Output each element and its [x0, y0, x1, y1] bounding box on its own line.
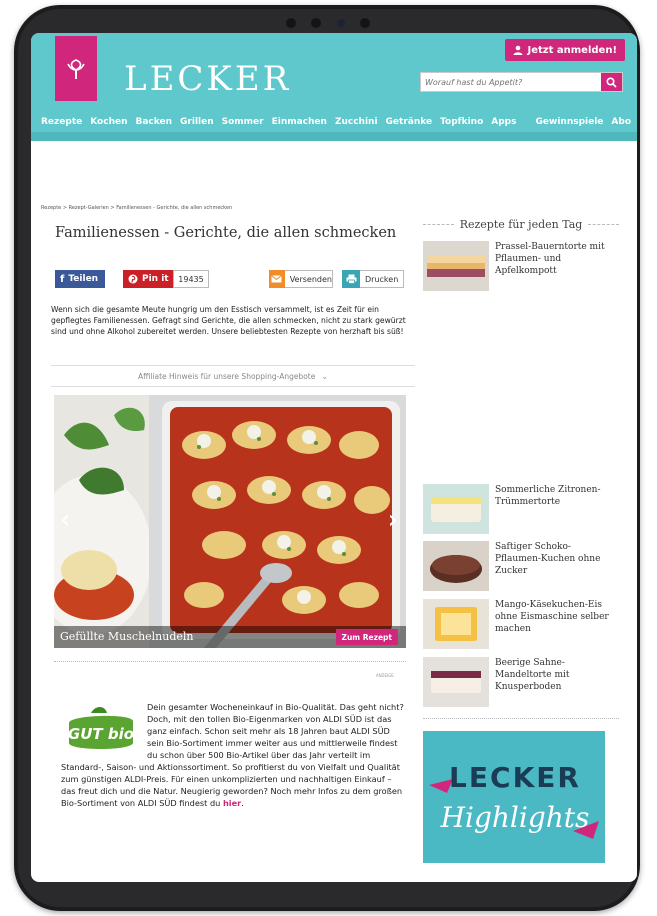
- search-icon: [606, 76, 617, 88]
- login-label: Jetzt anmelden!: [527, 44, 617, 56]
- logo-icon[interactable]: [55, 36, 97, 101]
- svg-text:Highlights: Highlights: [440, 801, 590, 834]
- recipe-title: Saftiger Schoko-Pflaumen-Kuchen ohne Zuc…: [495, 542, 601, 576]
- facebook-share-button[interactable]: f Teilen: [55, 270, 105, 288]
- nav-item-rezepte[interactable]: Rezepte: [31, 117, 86, 127]
- sidebar-recipe-item[interactable]: Beerige Sahne-Mandeltorte mit Knusperbod…: [423, 657, 619, 707]
- gallery-caption-bar: Gefüllte Muschelnudeln Zum Rezept: [54, 626, 406, 648]
- recipe-thumbnail: [423, 241, 489, 291]
- recipe-thumbnail: [423, 657, 489, 707]
- intro-text: Wenn sich die gesamte Meute hungrig um d…: [51, 305, 406, 336]
- nav-item-gewinnspiele[interactable]: Gewinnspiele: [532, 117, 608, 127]
- sensor-dot: [311, 18, 322, 28]
- recipe-title: Mango-Käsekuchen-Eis ohne Eismaschine se…: [495, 600, 609, 634]
- ad-label: ANZEIGE: [376, 673, 394, 678]
- lecker-highlights-banner[interactable]: LECKER Highlights: [423, 731, 605, 863]
- facebook-icon: f: [60, 273, 65, 285]
- recipe-title: Prassel-Bauerntorte mit Pflaumen- und Ap…: [495, 242, 605, 276]
- nav-item-apps[interactable]: Apps: [487, 117, 520, 127]
- login-button[interactable]: Jetzt anmelden!: [504, 39, 625, 61]
- camera-area: [286, 15, 370, 31]
- facebook-share-label: Teilen: [68, 274, 99, 284]
- print-label: Drucken: [365, 274, 399, 284]
- sidebar-recipe-item[interactable]: Sommerliche Zitronen-Trümmertorte: [423, 484, 619, 534]
- highlights-graphic: LECKER Highlights: [423, 731, 605, 863]
- pin-count: 19435: [173, 270, 209, 288]
- sub-nav-bar: [31, 132, 637, 141]
- printer-icon: [342, 270, 360, 288]
- mail-icon: [269, 270, 285, 288]
- recipe-title: Beerige Sahne-Mandeltorte mit Knusperbod…: [495, 658, 570, 692]
- share-bar: f Teilen Pin it 19435 Versenden Drucken: [55, 270, 415, 290]
- print-button[interactable]: Drucken: [342, 270, 404, 288]
- recipe-thumbnail: [423, 541, 489, 591]
- nav-item-backen[interactable]: Backen: [132, 117, 177, 127]
- affiliate-label: Affiliate Hinweis für unsere Shopping-An…: [137, 371, 316, 381]
- gallery-prev-arrow[interactable]: ‹: [60, 505, 70, 535]
- breadcrumb[interactable]: Rezepte > Rezept-Galerien > Familienesse…: [41, 205, 232, 211]
- site-header: LECKER Jetzt anmelden! Rezepte Kochen Ba…: [31, 33, 637, 141]
- logo-wordmark[interactable]: LECKER: [124, 59, 291, 99]
- nav-item-sommer[interactable]: Sommer: [218, 117, 268, 127]
- sensor-dot: [359, 18, 370, 28]
- nav-item-topfkino[interactable]: Topfkino: [436, 117, 487, 127]
- page-title: Familienessen - Gerichte, die allen schm…: [55, 225, 397, 241]
- sidebar-recipe-item[interactable]: Mango-Käsekuchen-Eis ohne Eismaschine se…: [423, 599, 619, 649]
- camera-lens-icon: [336, 19, 345, 27]
- pinterest-button[interactable]: Pin it: [123, 270, 173, 288]
- zum-rezept-button[interactable]: Zum Rezept: [335, 629, 398, 645]
- recipe-thumbnail: [423, 599, 489, 649]
- main-nav: Rezepte Kochen Backen Grillen Sommer Ein…: [31, 112, 637, 132]
- nav-item-abo[interactable]: Abo: [607, 117, 637, 127]
- svg-text:GUT bio: GUT bio: [68, 725, 134, 743]
- send-label: Versenden: [289, 274, 332, 284]
- screen: LECKER Jetzt anmelden! Rezepte Kochen Ba…: [31, 33, 637, 882]
- recipe-title: Sommerliche Zitronen-Trümmertorte: [495, 485, 601, 507]
- sidebar-title: Rezepte für jeden Tag: [459, 217, 583, 231]
- user-icon: [513, 45, 523, 55]
- search-box: [420, 72, 623, 92]
- chevron-down-icon: ⌄: [321, 371, 329, 381]
- sidebar-recipe-item[interactable]: Saftiger Schoko-Pflaumen-Kuchen ohne Zuc…: [423, 541, 619, 591]
- nav-item-zucchini[interactable]: Zucchini: [331, 117, 382, 127]
- gallery-next-arrow[interactable]: ›: [388, 505, 398, 535]
- svg-text:LECKER: LECKER: [449, 761, 581, 794]
- ad-link-hier[interactable]: hier: [223, 798, 241, 808]
- nav-item-getraenke[interactable]: Getränke: [382, 117, 437, 127]
- divider: [423, 718, 619, 719]
- aldi-advertorial: GUT bio Dein gesamter Wocheneinkauf in B…: [61, 702, 404, 808]
- sidebar-recipe-item[interactable]: Prassel-Bauerntorte mit Pflaumen- und Ap…: [423, 241, 619, 291]
- recipe-photo: [54, 395, 406, 648]
- gallery-caption: Gefüllte Muschelnudeln: [60, 630, 194, 643]
- whisk-icon: [67, 58, 85, 79]
- recipe-thumbnail: [423, 484, 489, 534]
- pinterest-label: Pin it: [142, 274, 169, 284]
- affiliate-disclosure[interactable]: Affiliate Hinweis für unsere Shopping-An…: [51, 365, 415, 387]
- divider: [54, 661, 406, 662]
- search-button[interactable]: [601, 73, 622, 91]
- send-email-button[interactable]: Versenden: [269, 270, 333, 288]
- sidebar-header: Rezepte für jeden Tag: [423, 213, 619, 235]
- recipe-gallery[interactable]: ‹ › Gefüllte Muschelnudeln Zum Rezept: [54, 395, 406, 648]
- search-input[interactable]: [425, 75, 595, 90]
- pinterest-icon: [128, 274, 138, 284]
- nav-item-grillen[interactable]: Grillen: [176, 117, 218, 127]
- nav-item-einmachen[interactable]: Einmachen: [268, 117, 331, 127]
- gut-bio-logo[interactable]: GUT bio: [61, 705, 139, 755]
- sensor-dot: [286, 18, 296, 28]
- nav-item-kochen[interactable]: Kochen: [86, 117, 131, 127]
